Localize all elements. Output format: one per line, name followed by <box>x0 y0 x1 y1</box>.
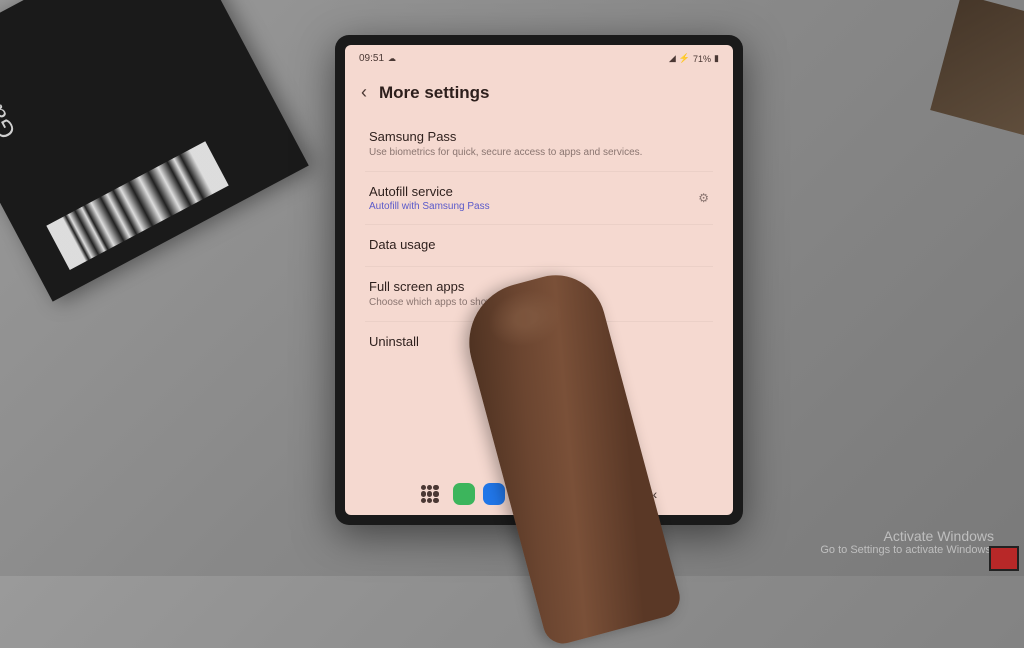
setting-title: Data usage <box>369 237 709 252</box>
all-apps-icon[interactable] <box>421 485 439 503</box>
galaxy-fold-box: Galaxy Z Fold6 <box>0 0 309 302</box>
battery-icon: ▮ <box>714 53 719 64</box>
back-button[interactable]: ‹ <box>361 82 367 103</box>
status-time: 09:51 <box>359 53 384 64</box>
cloud-icon: ☁ <box>388 54 396 63</box>
watermark-subtitle: Go to Settings to activate Windows. <box>820 544 994 556</box>
setting-link: Autofill with Samsung Pass <box>369 201 490 212</box>
dock-app-messages[interactable] <box>483 483 505 505</box>
setting-title: Samsung Pass <box>369 129 709 144</box>
gear-icon[interactable]: ⚙ <box>698 191 709 205</box>
signal-icon: ◢ <box>669 53 676 64</box>
dock-app-phone[interactable] <box>453 483 475 505</box>
setting-data-usage[interactable]: Data usage <box>365 225 713 267</box>
wooden-object <box>930 0 1024 136</box>
page-header: ‹ More settings <box>345 72 733 117</box>
watermark-title: Activate Windows <box>820 528 994 544</box>
setting-subtitle: Use biometrics for quick, secure access … <box>369 146 709 159</box>
barcode <box>46 141 228 270</box>
setting-autofill[interactable]: Autofill service Autofill with Samsung P… <box>365 172 713 225</box>
status-bar: 09:51 ☁ ◢ ⚡ 71% ▮ <box>345 45 733 72</box>
product-box-label: Galaxy Z Fold6 <box>0 0 22 143</box>
page-title: More settings <box>379 83 490 103</box>
setting-title: Autofill service <box>369 184 490 199</box>
wifi-icon: ⚡ <box>679 53 690 64</box>
windows-watermark: Activate Windows Go to Settings to activ… <box>820 528 994 556</box>
setting-samsung-pass[interactable]: Samsung Pass Use biometrics for quick, s… <box>365 117 713 172</box>
corner-tag <box>989 546 1019 571</box>
battery-text: 71% <box>693 54 711 64</box>
